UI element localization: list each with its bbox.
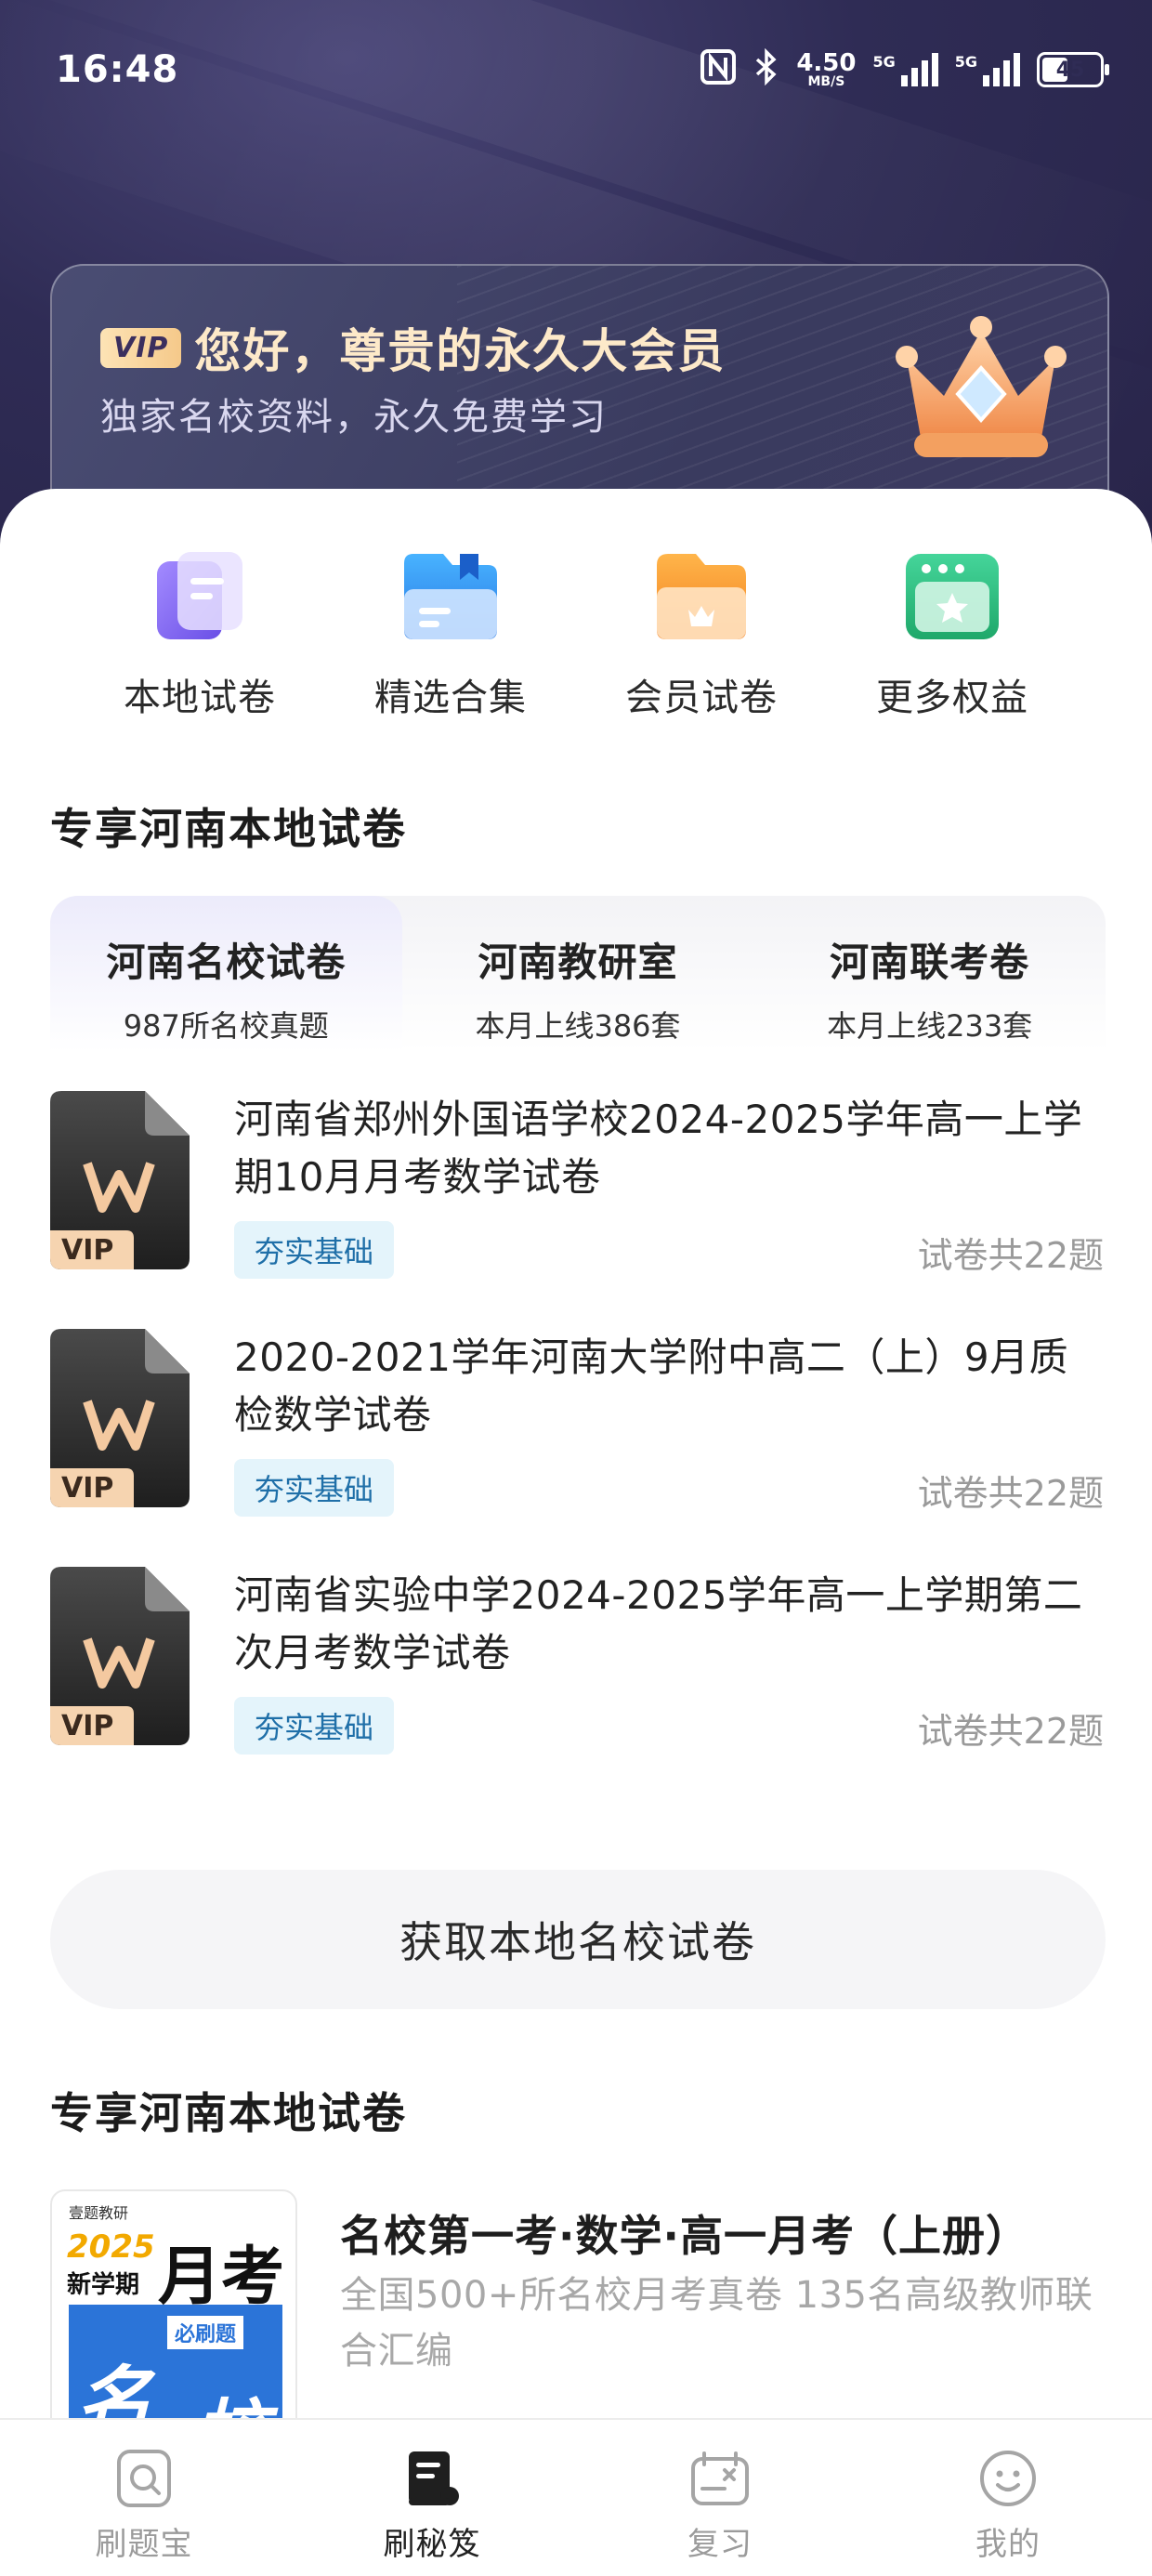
cover-brand: 壹题教研 [69,2204,129,2222]
quick-action-label: 更多权益 [876,677,1028,719]
paper-title: 河南省郑州外国语学校2024-2025学年高一上学期10月月考数学试卷 [234,1097,1083,1200]
quick-actions: 本地试卷 精选合集 会员试卷 更多权益 [0,541,1152,721]
battery-icon: 45 [1037,52,1109,87]
network-speed-unit: MB/S [807,74,845,89]
difficulty-tag: 夯实基础 [234,1459,395,1517]
book-title: 名校第一考·数学·高一月考（上册） [340,2211,1029,2261]
vip-title-row: VIP 您好，尊贵的永久大会员 [100,314,726,381]
question-count: 试卷共22题 [917,1473,1104,1514]
section-title: 专享河南本地试卷 [50,2088,407,2138]
network-speed-value: 4.50 [796,49,857,77]
status-time: 16:48 [56,48,179,91]
member-paper-icon [657,554,746,639]
nfc-icon [700,48,737,92]
quick-action-member-paper[interactable]: 会员试卷 [576,541,827,721]
nav-label: 我的 [975,2526,1041,2563]
get-local-papers-button[interactable]: 获取本地名校试卷 [50,1870,1106,2009]
paper-list: VIP 河南省郑州外国语学校2024-2025学年高一上学期10月月考数学试卷 … [0,1091,1152,1805]
difficulty-tag: 夯实基础 [234,1697,395,1755]
tab-subtitle: 本月上线233套 [827,1008,1033,1044]
quick-action-more-benefits[interactable]: 更多权益 [827,541,1078,721]
vip-label: VIP [61,1710,114,1742]
tab-subtitle: 987所名校真题 [123,1008,329,1044]
vip-badge: VIP [100,327,182,368]
region-tabs: 河南名校试卷 987所名校真题 河南教研室 本月上线386套 河南联考卷 本月上… [50,896,1106,1052]
status-icons: 4.50 MB/S 5G 5G 45 [700,47,1109,92]
network-speed: 4.50 MB/S [796,51,856,88]
paper-title: 2020-2021学年河南大学附中高二（上）9月质检数学试卷 [234,1334,1069,1438]
nav-item-secret-guide[interactable]: 刷秘笈 [288,2420,576,2576]
tab-research-office[interactable]: 河南教研室 本月上线386套 [402,896,754,1052]
cover-title: 月考 [158,2241,285,2314]
cover-term: 新学期 [67,2271,140,2299]
smiley-profile-icon [980,2451,1036,2506]
bottom-navigation: 刷题宝 刷秘笈 复习 我的 [0,2418,1152,2576]
collection-folder-icon [404,554,497,639]
signal-icon: 5G [955,53,1020,86]
nav-item-question-bank[interactable]: 刷题宝 [0,2420,288,2576]
scroll-icon [409,2451,459,2505]
vip-subtitle: 独家名校资料，永久免费学习 [100,396,608,439]
more-benefits-icon [906,554,999,639]
quick-action-label: 精选合集 [374,677,527,719]
network-type-label: 5G [872,53,896,71]
paper-item[interactable]: VIP 河南省实验中学2024-2025学年高一上学期第二次月考数学试卷 夯实基… [0,1567,1152,1805]
tab-joint-exam[interactable]: 河南联考卷 本月上线233套 [753,896,1106,1052]
nav-item-profile[interactable]: 我的 [864,2420,1152,2576]
cover-badge: 必刷题 [167,2316,244,2349]
vip-label: VIP [61,1472,114,1505]
tab-title: 河南联考卷 [830,940,1030,985]
local-paper-icon [157,552,242,639]
review-card-icon [691,2451,749,2505]
quick-action-local-paper[interactable]: 本地试卷 [74,541,325,721]
crown-icon [896,316,1067,457]
quick-action-collection[interactable]: 精选合集 [325,541,576,721]
quick-action-label: 会员试卷 [625,677,778,719]
tab-title: 河南名校试卷 [106,940,347,985]
question-count: 试卷共22题 [917,1711,1104,1752]
cover-year: 2025 [67,2228,155,2266]
tab-title: 河南教研室 [478,940,678,985]
network-type-label: 5G [954,53,977,71]
question-count: 试卷共22题 [917,1235,1104,1276]
search-book-icon [117,2450,171,2507]
nav-label: 刷题宝 [95,2526,193,2563]
section-title: 专享河南本地试卷 [50,804,407,854]
main-content: 本地试卷 精选合集 会员试卷 更多权益 专享河南本地试卷 河南名校试卷 987所… [0,489,1152,2468]
tab-famous-schools[interactable]: 河南名校试卷 987所名校真题 [50,896,402,1052]
paper-item[interactable]: VIP 2020-2021学年河南大学附中高二（上）9月质检数学试卷 夯实基础 … [0,1329,1152,1567]
bluetooth-icon [753,47,779,92]
book-item[interactable]: 壹题教研 2025 新学期 月考 必刷题 名 校 数学 名校第一考·数学·高一月… [0,2189,1152,2468]
book-description: 全国500+所名校月考真卷 135名高级教师联合汇编 [340,2274,1093,2372]
battery-level: 45 [1055,58,1085,82]
vip-label: VIP [61,1234,114,1267]
nav-label: 刷秘笈 [383,2526,481,2563]
nav-label: 复习 [687,2526,753,2563]
paper-title: 河南省实验中学2024-2025学年高一上学期第二次月考数学试卷 [234,1572,1083,1676]
vip-greeting: 您好，尊贵的永久大会员 [194,324,727,378]
tab-subtitle: 本月上线386套 [475,1008,681,1044]
signal-icon: 5G [872,53,938,86]
difficulty-tag: 夯实基础 [234,1221,395,1279]
nav-item-review[interactable]: 复习 [576,2420,864,2576]
status-bar: 16:48 4.50 MB/S 5G 5G 45 [0,0,1152,139]
paper-item[interactable]: VIP 河南省郑州外国语学校2024-2025学年高一上学期10月月考数学试卷 … [0,1091,1152,1329]
quick-action-label: 本地试卷 [124,677,276,719]
